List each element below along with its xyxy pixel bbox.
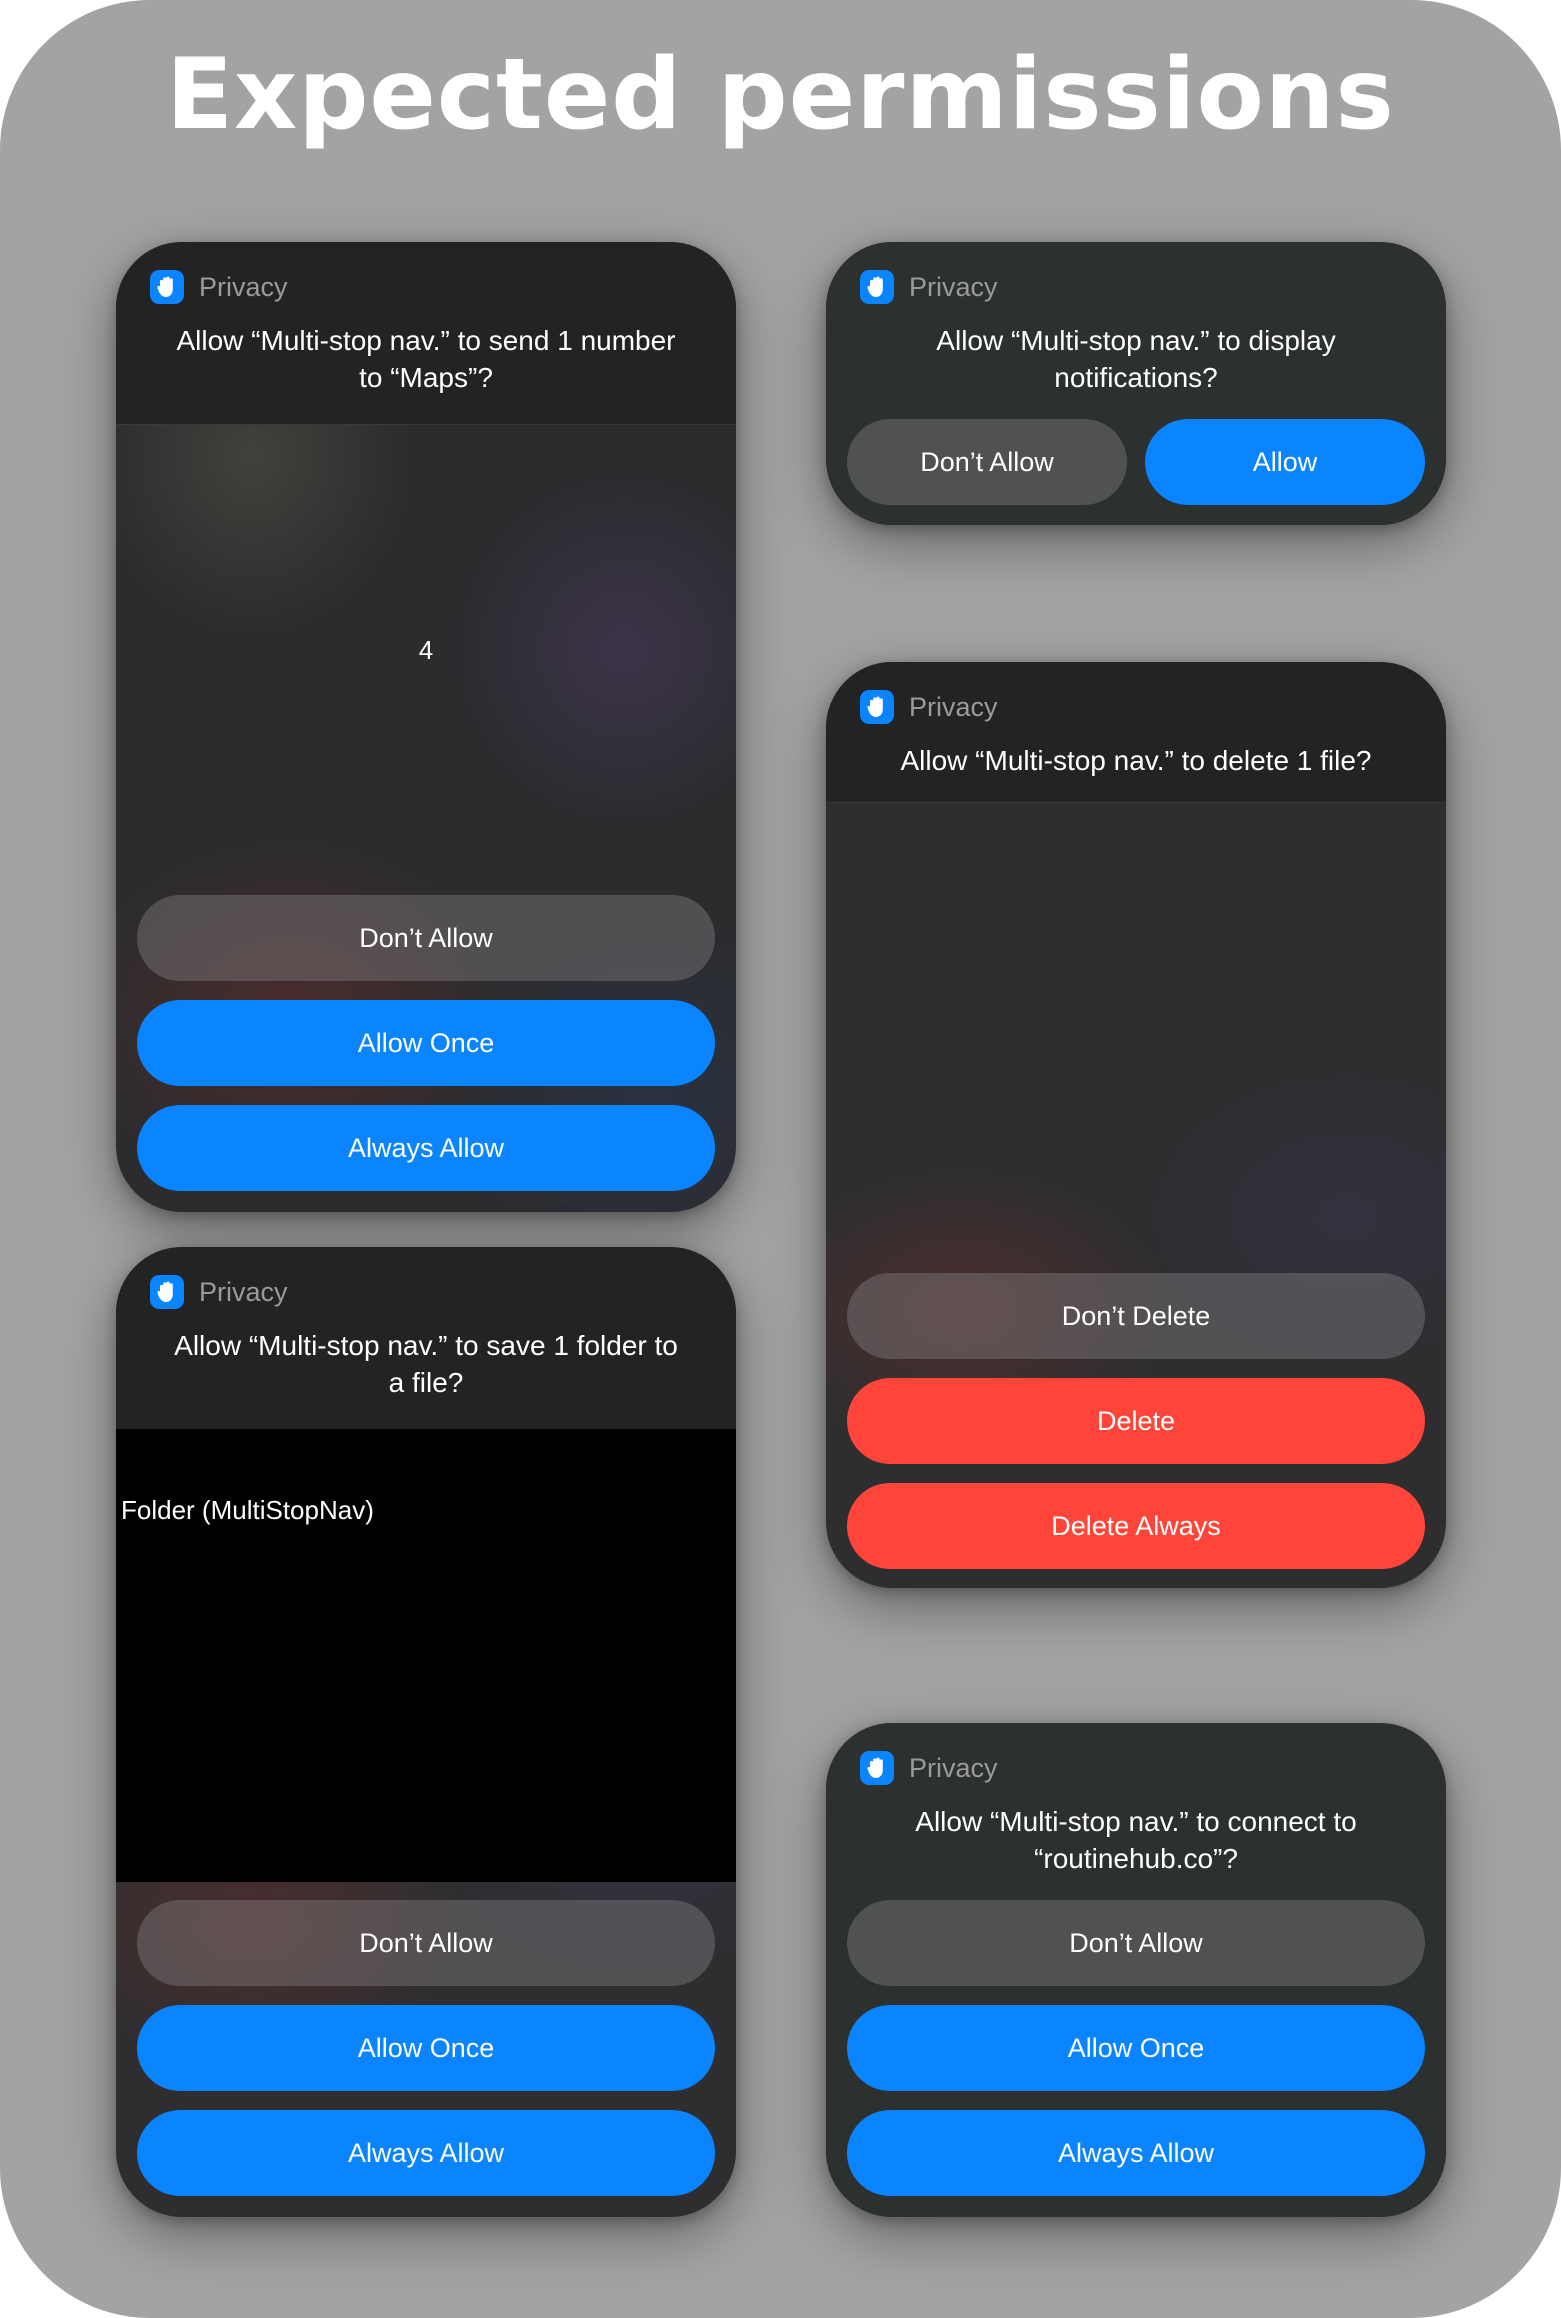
- allow-button[interactable]: Allow: [1145, 419, 1425, 505]
- permission-question: Allow “Multi-stop nav.” to save 1 folder…: [174, 1330, 678, 1398]
- raised-hand-icon: [150, 270, 184, 304]
- dialog-header: Privacy Allow “Multi-stop nav.” to delet…: [826, 662, 1446, 803]
- privacy-row: Privacy: [860, 270, 998, 304]
- raised-hand-icon: [860, 690, 894, 724]
- raised-hand-icon: [860, 1751, 894, 1785]
- connect-permission-dialog: Privacy Allow “Multi-stop nav.” to conne…: [826, 1723, 1446, 2217]
- dont-delete-button[interactable]: Don’t Delete: [847, 1273, 1425, 1359]
- permission-question: Allow “Multi-stop nav.” to display notif…: [936, 325, 1336, 393]
- privacy-label: Privacy: [199, 272, 288, 302]
- dont-allow-button[interactable]: Don’t Allow: [847, 1900, 1425, 1986]
- notifications-permission-dialog: Privacy Allow “Multi-stop nav.” to displ…: [826, 242, 1446, 525]
- allow-once-button[interactable]: Allow Once: [137, 2005, 715, 2091]
- dont-allow-button[interactable]: Don’t Allow: [137, 895, 715, 981]
- dont-allow-button[interactable]: Don’t Allow: [847, 419, 1127, 505]
- always-allow-button[interactable]: Always Allow: [137, 1105, 715, 1191]
- privacy-label: Privacy: [909, 1753, 998, 1783]
- send-number-permission-dialog: Privacy Allow “Multi-stop nav.” to send …: [116, 242, 736, 1212]
- folder-name: Folder (MultiStopNav): [121, 1495, 374, 1525]
- delete-always-button[interactable]: Delete Always: [847, 1483, 1425, 1569]
- permission-question: Allow “Multi-stop nav.” to delete 1 file…: [900, 745, 1372, 776]
- raised-hand-icon: [860, 270, 894, 304]
- dialog-header: Privacy Allow “Multi-stop nav.” to save …: [116, 1247, 736, 1430]
- always-allow-button[interactable]: Always Allow: [847, 2110, 1425, 2196]
- delete-button[interactable]: Delete: [847, 1378, 1425, 1464]
- page-title: Expected permissions: [166, 38, 1395, 152]
- privacy-row: Privacy: [860, 1751, 998, 1785]
- permission-question: Allow “Multi-stop nav.” to send 1 number…: [176, 325, 676, 393]
- dialog-header: Privacy Allow “Multi-stop nav.” to conne…: [826, 1723, 1446, 2217]
- privacy-row: Privacy: [150, 1275, 288, 1309]
- always-allow-button[interactable]: Always Allow: [137, 2110, 715, 2196]
- raised-hand-icon: [150, 1275, 184, 1309]
- dont-allow-button[interactable]: Don’t Allow: [137, 1900, 715, 1986]
- save-folder-permission-dialog: Privacy Allow “Multi-stop nav.” to save …: [116, 1247, 736, 2217]
- dialog-header: Privacy Allow “Multi-stop nav.” to displ…: [826, 242, 1446, 525]
- privacy-label: Privacy: [909, 692, 998, 722]
- dialog-header: Privacy Allow “Multi-stop nav.” to send …: [116, 242, 736, 425]
- delete-file-permission-dialog: Privacy Allow “Multi-stop nav.” to delet…: [826, 662, 1446, 1588]
- allow-once-button[interactable]: Allow Once: [847, 2005, 1425, 2091]
- content-value: 4: [418, 635, 434, 665]
- folder-preview: Folder (MultiStopNav): [116, 1429, 736, 1882]
- privacy-label: Privacy: [909, 272, 998, 302]
- privacy-row: Privacy: [860, 690, 998, 724]
- allow-once-button[interactable]: Allow Once: [137, 1000, 715, 1086]
- permission-question: Allow “Multi-stop nav.” to connect to “r…: [915, 1806, 1357, 1874]
- privacy-row: Privacy: [150, 270, 288, 304]
- privacy-label: Privacy: [199, 1277, 288, 1307]
